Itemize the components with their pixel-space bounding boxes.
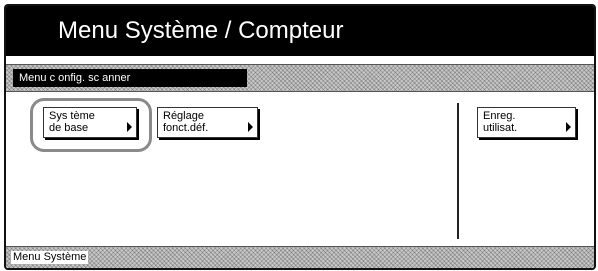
system-base-button-label-line2: de base — [49, 122, 89, 134]
user-registration-label-line1: Enreg. — [483, 110, 516, 122]
arrow-right-icon — [127, 122, 132, 132]
system-base-button[interactable]: Sys tème de base — [43, 107, 137, 138]
page-title: Menu Système / Compteur — [58, 17, 344, 44]
default-function-settings-label-line1: Réglage — [163, 110, 204, 122]
user-registration-button[interactable]: Enreg. utilisat. — [477, 107, 576, 138]
submenu-bar: Menu c onfig. sc anner — [6, 64, 594, 92]
system-menu-panel: Menu Système / Compteur Menu c onfig. sc… — [4, 4, 596, 270]
scanner-config-menu-tab[interactable]: Menu c onfig. sc anner — [13, 69, 247, 87]
vertical-divider — [457, 103, 459, 239]
system-base-button-label-line1: Sys tème — [49, 110, 95, 122]
user-registration-label-line2: utilisat. — [483, 122, 518, 134]
status-text: Menu Système — [11, 251, 89, 264]
status-bar: Menu Système — [6, 246, 594, 268]
default-function-settings-button[interactable]: Réglage fonct.déf. — [157, 107, 258, 138]
title-bar: Menu Système / Compteur — [6, 6, 594, 56]
arrow-right-icon — [566, 122, 571, 132]
default-function-settings-label-line2: fonct.déf. — [163, 122, 209, 134]
arrow-right-icon — [248, 122, 253, 132]
